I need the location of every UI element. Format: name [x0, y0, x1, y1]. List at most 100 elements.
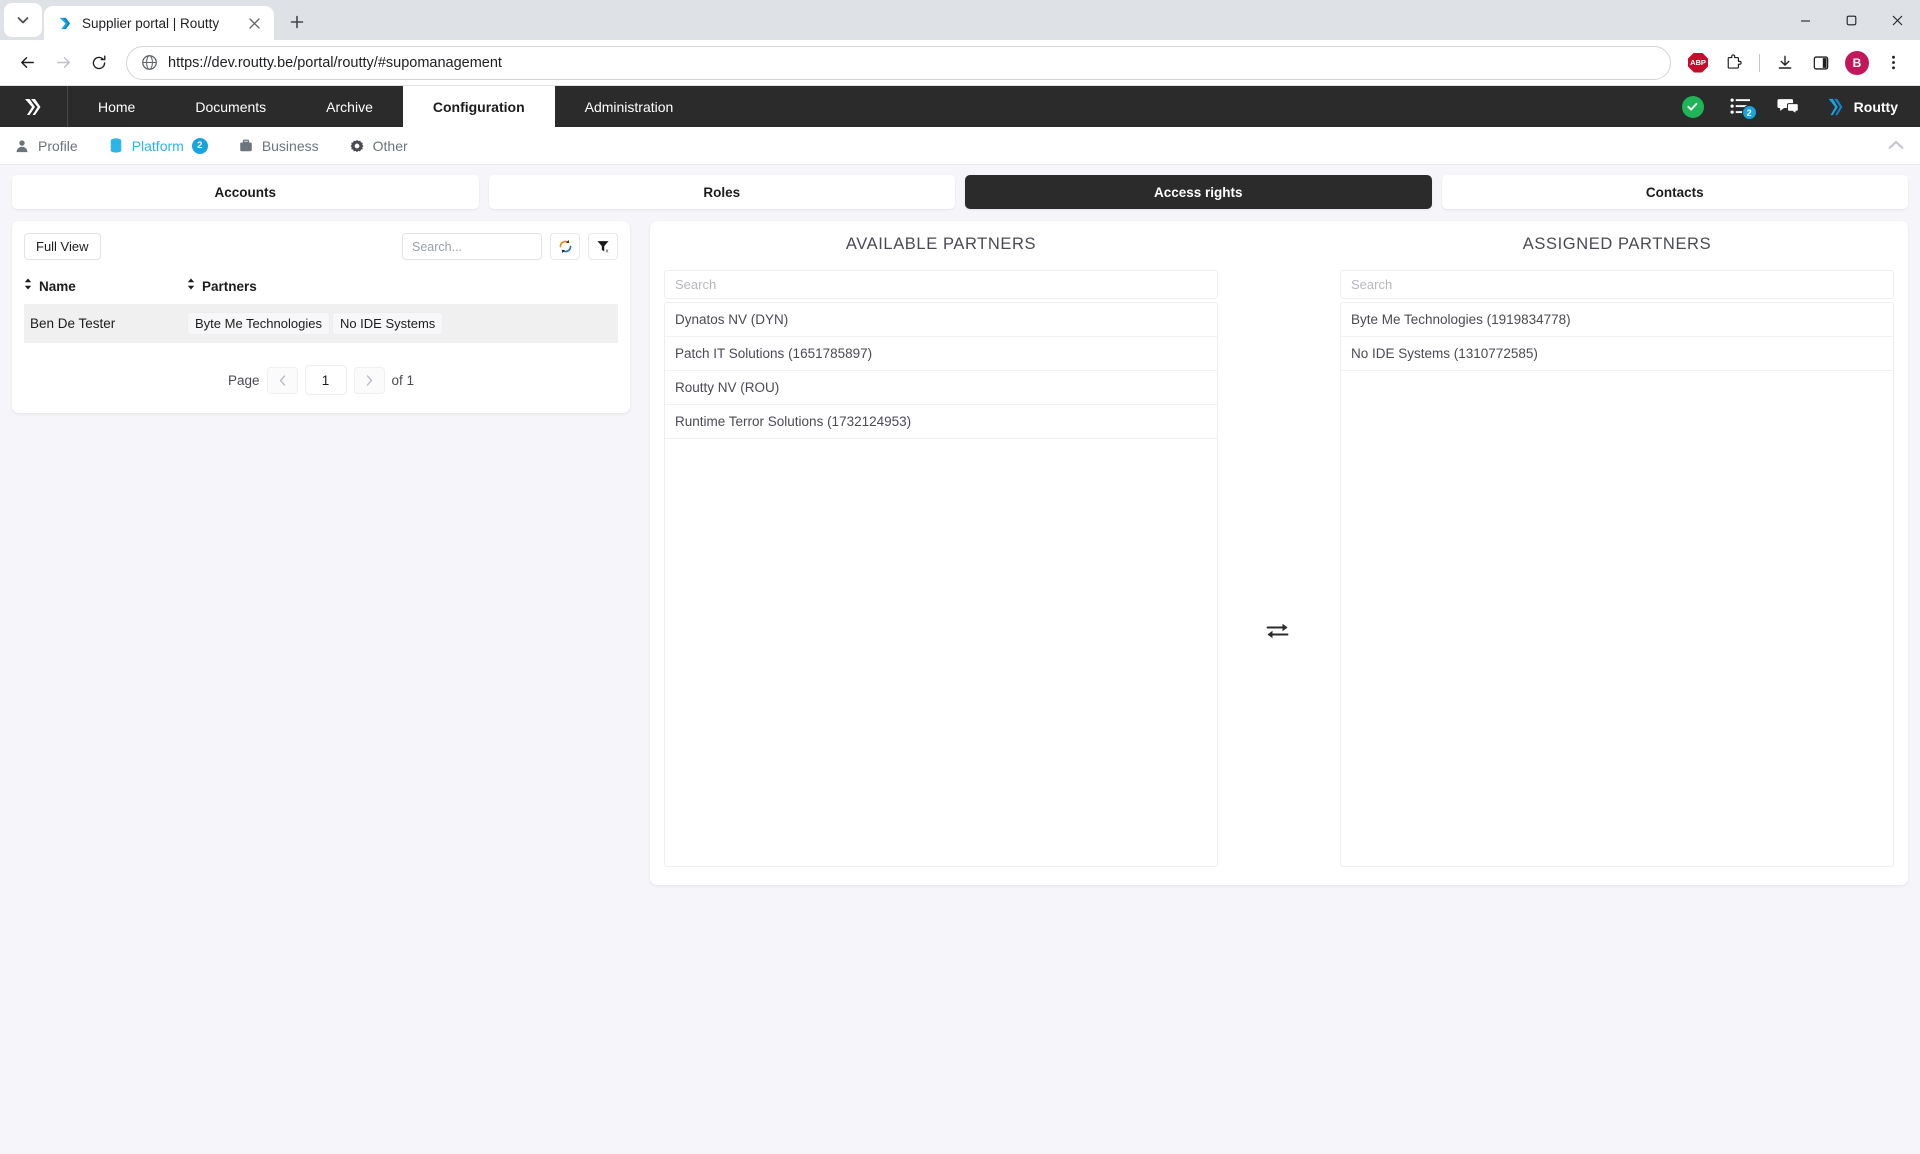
globe-icon — [141, 54, 158, 71]
swap-partners-button[interactable] — [1218, 235, 1340, 867]
window-minimize-button[interactable] — [1782, 0, 1828, 40]
user-menu[interactable]: Routty — [1826, 96, 1898, 118]
cell-name: Ben De Tester — [24, 304, 187, 343]
task-list-button[interactable]: 2 — [1730, 97, 1751, 116]
browser-reload-button[interactable] — [82, 46, 116, 80]
browser-back-button[interactable] — [10, 46, 44, 80]
table-header-row: Name Partners — [24, 274, 618, 304]
adblock-plus-icon: ABP — [1688, 53, 1708, 73]
browser-tab[interactable]: Supplier portal | Routty — [44, 6, 274, 40]
section-tabs: Accounts Roles Access rights Contacts — [12, 175, 1908, 209]
app-logo[interactable] — [0, 86, 68, 127]
sub-nav: Profile Platform 2 Business — [0, 127, 1920, 165]
routty-chevron-logo — [21, 94, 47, 120]
sub-nav-item-other[interactable]: Other — [349, 138, 408, 154]
extensions-button[interactable] — [1717, 46, 1751, 80]
column-label-name: Name — [39, 279, 76, 294]
list-item[interactable]: Byte Me Technologies (1919834778) — [1341, 303, 1893, 337]
window-close-button[interactable] — [1874, 0, 1920, 40]
assigned-partners-search-input[interactable]: Search — [1340, 270, 1894, 299]
nav-item-configuration[interactable]: Configuration — [403, 86, 555, 127]
table-row[interactable]: Ben De Tester Byte Me TechnologiesNo IDE… — [24, 304, 618, 343]
refresh-button[interactable] — [550, 233, 580, 260]
sub-nav-label-business: Business — [262, 138, 319, 154]
new-tab-button[interactable] — [282, 7, 312, 37]
database-icon — [108, 138, 124, 154]
user-icon — [14, 138, 30, 154]
sort-updown-icon — [24, 278, 32, 293]
app-navbar: Home Documents Archive Configuration Adm… — [0, 86, 1920, 127]
page-number-input[interactable]: 1 — [305, 365, 347, 395]
close-icon[interactable] — [244, 13, 264, 33]
side-panel-button[interactable] — [1804, 46, 1838, 80]
tab-contacts[interactable]: Contacts — [1442, 175, 1909, 209]
sub-nav-item-business[interactable]: Business — [238, 138, 319, 154]
filter-clear-icon: x — [596, 239, 611, 254]
chat-button[interactable] — [1777, 97, 1800, 116]
adblock-plus-button[interactable]: ABP — [1681, 46, 1715, 80]
search-input[interactable]: Search... — [402, 233, 542, 260]
list-item[interactable]: Routty NV (ROU) — [665, 371, 1217, 405]
accounts-toolbar: Full View Search... — [24, 233, 618, 260]
collapse-subnav-button[interactable] — [1888, 137, 1904, 155]
accounts-table-body: Ben De Tester Byte Me TechnologiesNo IDE… — [24, 304, 618, 343]
list-item[interactable]: Dynatos NV (DYN) — [665, 303, 1217, 337]
available-partners-list[interactable]: Dynatos NV (DYN) Patch IT Solutions (165… — [664, 302, 1218, 867]
content-row: Full View Search... — [12, 221, 1908, 885]
partner-chip: Byte Me Technologies — [187, 312, 330, 335]
maximize-icon — [1846, 15, 1857, 26]
toolbar-divider — [1759, 54, 1760, 72]
prev-page-button[interactable] — [267, 367, 298, 394]
address-bar[interactable]: https://dev.routty.be/portal/routty/#sup… — [126, 46, 1671, 80]
avatar: B — [1845, 51, 1869, 75]
downloads-button[interactable] — [1768, 46, 1802, 80]
address-bar-url: https://dev.routty.be/portal/routty/#sup… — [168, 55, 502, 71]
nav-item-home[interactable]: Home — [68, 86, 165, 127]
access-rights-panel: AVAILABLE PARTNERS Search Dynatos NV (DY… — [650, 221, 1908, 885]
gear-icon — [349, 138, 365, 154]
routty-chevron-logo — [1826, 96, 1846, 118]
full-view-button[interactable]: Full View — [24, 233, 101, 260]
chevron-down-icon — [17, 14, 29, 26]
clear-filter-button[interactable]: x — [588, 233, 618, 260]
plus-icon — [290, 15, 304, 29]
browser-forward-button[interactable] — [46, 46, 80, 80]
downloads-icon — [1776, 54, 1794, 72]
assigned-partners-title: ASSIGNED PARTNERS — [1340, 235, 1894, 254]
tab-accounts[interactable]: Accounts — [12, 175, 479, 209]
check-circle-icon[interactable] — [1682, 96, 1704, 118]
browser-toolbar: https://dev.routty.be/portal/routty/#sup… — [0, 40, 1920, 86]
next-page-button[interactable] — [354, 367, 385, 394]
nav-item-documents[interactable]: Documents — [165, 86, 296, 127]
tab-roles[interactable]: Roles — [489, 175, 956, 209]
arrow-right-icon — [54, 53, 73, 72]
list-item[interactable]: Patch IT Solutions (1651785897) — [665, 337, 1217, 371]
arrow-left-icon — [18, 53, 37, 72]
sub-nav-label-profile: Profile — [38, 138, 78, 154]
column-header-partners[interactable]: Partners — [187, 274, 618, 304]
list-item[interactable]: Runtime Terror Solutions (1732124953) — [665, 405, 1217, 439]
column-header-name[interactable]: Name — [24, 274, 187, 304]
minimize-icon — [1800, 15, 1811, 26]
kebab-menu-icon — [1885, 54, 1902, 71]
chevron-left-icon — [279, 375, 286, 386]
nav-item-archive[interactable]: Archive — [296, 86, 403, 127]
nav-item-administration[interactable]: Administration — [555, 86, 704, 127]
accounts-toolbar-right: Search... x — [402, 233, 618, 260]
page-body: Accounts Roles Access rights Contacts Fu… — [0, 165, 1920, 1154]
pagination: Page 1 of 1 — [24, 365, 618, 395]
assigned-partners-list[interactable]: Byte Me Technologies (1919834778) No IDE… — [1340, 302, 1894, 867]
side-panel-icon — [1812, 54, 1830, 72]
exchange-arrows-icon — [1266, 621, 1292, 641]
close-icon — [1892, 15, 1903, 26]
tab-access-rights[interactable]: Access rights — [965, 175, 1432, 209]
sub-nav-item-platform[interactable]: Platform 2 — [108, 138, 208, 154]
browser-menu-button[interactable] — [1876, 46, 1910, 80]
list-item[interactable]: No IDE Systems (1310772585) — [1341, 337, 1893, 371]
sub-nav-item-profile[interactable]: Profile — [14, 138, 78, 154]
window-maximize-button[interactable] — [1828, 0, 1874, 40]
available-partners-search-input[interactable]: Search — [664, 270, 1218, 299]
tab-search-button[interactable] — [4, 3, 42, 37]
sub-nav-label-platform: Platform — [132, 138, 184, 154]
profile-button[interactable]: B — [1840, 46, 1874, 80]
